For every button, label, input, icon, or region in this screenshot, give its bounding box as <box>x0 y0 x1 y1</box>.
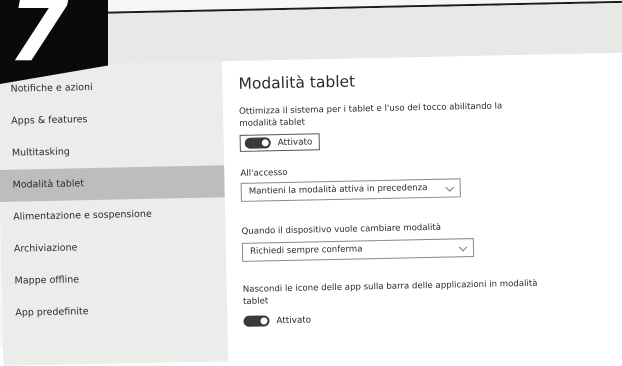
tablet-mode-toggle-label: Attivato <box>277 136 313 148</box>
on-login-label: All'accesso <box>240 167 288 179</box>
device-switch-label: Quando il dispositivo vuole cambiare mod… <box>241 222 442 237</box>
sidebar-item-alimentazione[interactable]: Alimentazione e sospensione <box>0 197 226 234</box>
chevron-down-icon <box>445 183 454 192</box>
sidebar-item-apps[interactable]: Apps & features <box>0 101 224 138</box>
hide-icons-description: Nascondi le icone delle app sulla barra … <box>242 278 538 307</box>
on-login-selected: Mantieni la modalità attiva in precedenz… <box>248 183 428 197</box>
tablet-mode-toggle[interactable]: Attivato <box>239 133 320 152</box>
sidebar-item-archiviazione[interactable]: Archiviazione <box>1 229 227 266</box>
sidebar-item-mappe-offline[interactable]: Mappe offline <box>1 261 227 298</box>
sidebar-item-modalita-tablet[interactable]: Modalità tablet <box>0 165 225 202</box>
toggle-switch-icon <box>243 315 270 327</box>
sidebar-item-multitasking[interactable]: Multitasking <box>0 133 224 170</box>
page-title: Modalità tablet <box>238 72 356 93</box>
sidebar-item-app-predefinite[interactable]: App predefinite <box>2 293 228 330</box>
main-content: Modalità tablet Ottimizza il sistema per… <box>222 52 622 362</box>
toggle-switch-icon <box>244 137 271 149</box>
tablet-mode-description: Ottimizza il sistema per i tablet e l'us… <box>238 101 503 129</box>
hide-icons-toggle[interactable]: Attivato <box>243 311 318 330</box>
on-login-dropdown[interactable]: Mantieni la modalità attiva in precedenz… <box>240 178 461 202</box>
step-number: 7 <box>8 0 70 81</box>
device-switch-selected: Richiedi sempre conferma <box>249 244 363 257</box>
sidebar: Notifiche e azioni Apps & features Multi… <box>0 61 229 366</box>
chevron-down-icon <box>458 243 468 252</box>
hide-icons-toggle-label: Attivato <box>276 314 312 326</box>
device-switch-dropdown[interactable]: Richiedi sempre conferma <box>241 238 475 262</box>
